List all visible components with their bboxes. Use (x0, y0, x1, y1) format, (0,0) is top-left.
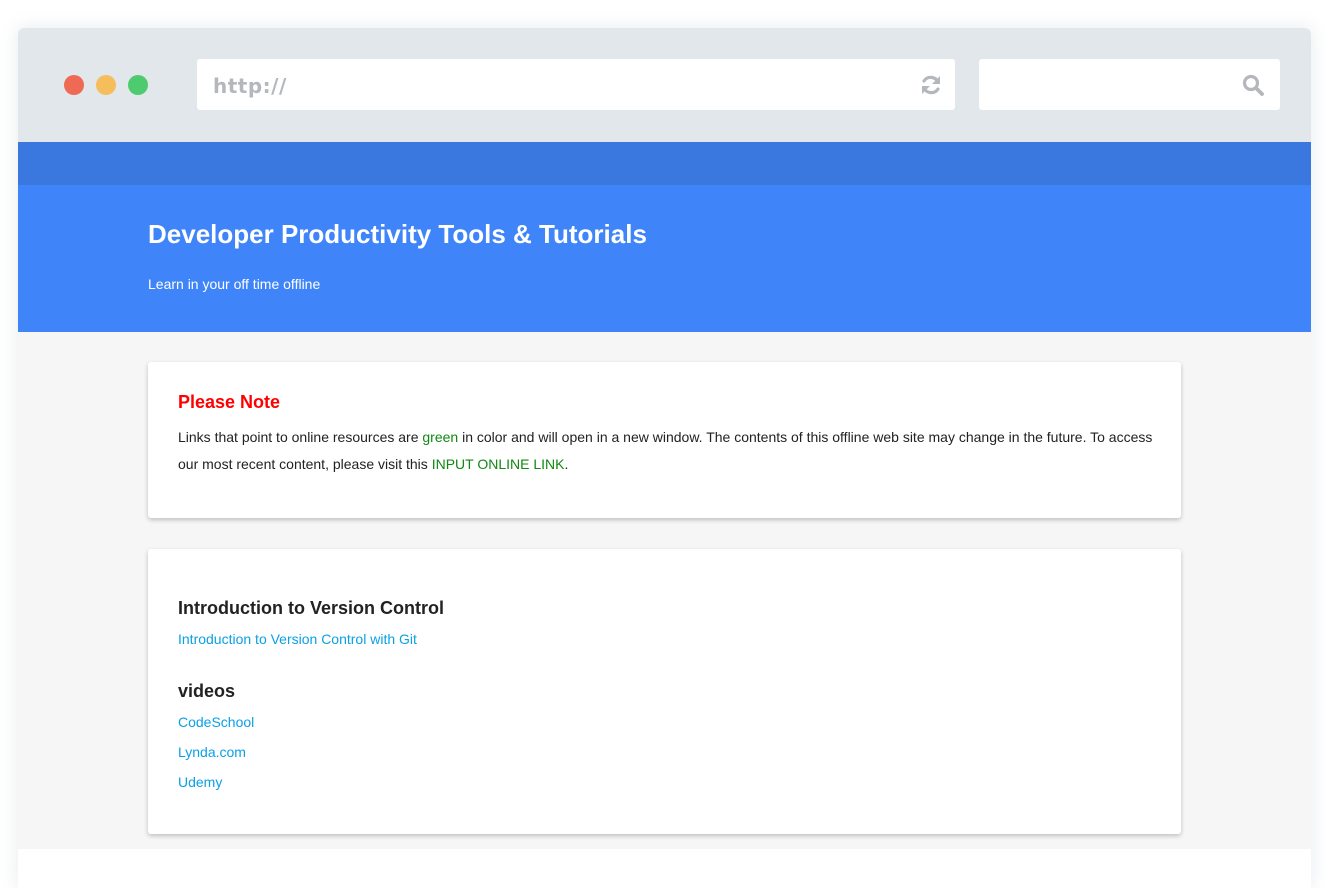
search-bar[interactable] (979, 59, 1280, 110)
refresh-icon[interactable] (919, 73, 943, 97)
section-heading: videos (178, 681, 236, 701)
note-text: Links that point to online resources are… (178, 424, 1153, 478)
hero-banner: Developer Productivity Tools & Tutorials… (18, 185, 1311, 332)
online-link[interactable]: INPUT ONLINE LINK (432, 456, 565, 472)
note-text-part: . (564, 456, 569, 472)
section-heading: Introduction to Version Control (178, 598, 444, 618)
nav-bar (18, 142, 1311, 185)
close-window-button[interactable] (64, 75, 84, 95)
search-icon[interactable] (1242, 74, 1264, 96)
note-card: Please Note Links that point to online r… (148, 362, 1181, 518)
browser-chrome: http:// (18, 28, 1311, 142)
tutorial-link[interactable]: Introduction to Version Control with Git (178, 631, 417, 647)
url-text[interactable]: http:// (213, 59, 287, 113)
page-title: Developer Productivity Tools & Tutorials (148, 219, 647, 249)
maximize-window-button[interactable] (128, 75, 148, 95)
page-subtitle: Learn in your off time offline (148, 276, 321, 292)
video-link[interactable]: CodeSchool (178, 714, 254, 730)
browser-window: http:// Developer Productivity Tools & T… (18, 28, 1311, 888)
note-text-part: Links that point to online resources are (178, 429, 423, 445)
video-link[interactable]: Lynda.com (178, 744, 246, 760)
note-title: Please Note (178, 392, 281, 412)
green-word: green (422, 429, 459, 445)
video-link[interactable]: Udemy (178, 774, 222, 790)
minimize-window-button[interactable] (96, 75, 116, 95)
tutorials-card: Introduction to Version Control Introduc… (148, 549, 1181, 834)
url-bar[interactable]: http:// (197, 59, 955, 110)
main-content: Please Note Links that point to online r… (18, 332, 1311, 849)
